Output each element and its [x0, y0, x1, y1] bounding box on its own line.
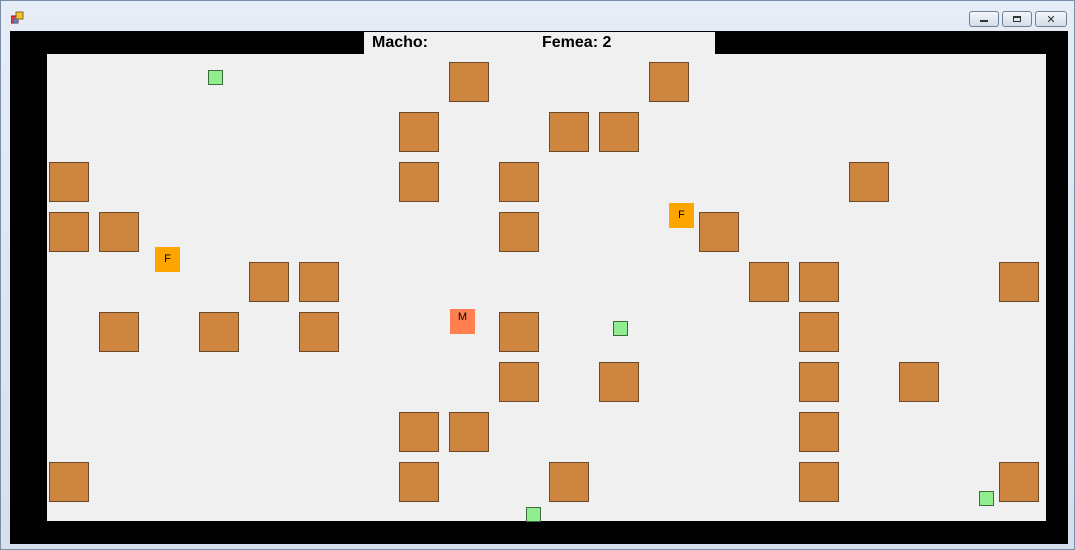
- wall-block: [799, 462, 839, 502]
- wall-block: [549, 462, 589, 502]
- wall-block: [399, 412, 439, 452]
- wall-block: [499, 362, 539, 402]
- wall-block: [799, 262, 839, 302]
- wall-block: [49, 162, 89, 202]
- wall-block: [499, 212, 539, 252]
- wall-block: [799, 362, 839, 402]
- wall-block: [399, 162, 439, 202]
- wall-block: [499, 162, 539, 202]
- wall-block: [399, 112, 439, 152]
- maximize-button[interactable]: [1002, 11, 1032, 27]
- game-window: ✕ Macho: Femea: 2 F F M: [0, 0, 1075, 550]
- food-item: [613, 321, 628, 336]
- wall-block: [99, 212, 139, 252]
- close-button[interactable]: ✕: [1035, 11, 1067, 27]
- wall-block: [849, 162, 889, 202]
- minimize-button[interactable]: [969, 11, 999, 27]
- food-item: [979, 491, 994, 506]
- wall-block: [599, 112, 639, 152]
- play-field: F F M: [47, 54, 1046, 522]
- close-icon: ✕: [1046, 12, 1056, 26]
- wall-block: [599, 362, 639, 402]
- wall-block: [49, 462, 89, 502]
- wall-block: [899, 362, 939, 402]
- wall-block: [449, 62, 489, 102]
- wall-block: [249, 262, 289, 302]
- wall-block: [699, 212, 739, 252]
- wall-block: [449, 412, 489, 452]
- female-agent: F: [155, 247, 180, 272]
- app-icon: [11, 11, 24, 24]
- maximize-icon: [1013, 16, 1021, 22]
- wall-block: [749, 262, 789, 302]
- wall-block: [799, 412, 839, 452]
- wall-block: [399, 462, 439, 502]
- game-area: Macho: Femea: 2 F F M: [10, 31, 1068, 544]
- wall-block: [299, 262, 339, 302]
- wall-block: [549, 112, 589, 152]
- wall-block: [99, 312, 139, 352]
- food-item: [526, 507, 541, 522]
- wall-block: [649, 62, 689, 102]
- minimize-icon: [980, 20, 988, 22]
- wall-block: [199, 312, 239, 352]
- score-panel: Macho: Femea: 2: [364, 32, 715, 54]
- male-agent: M: [450, 309, 475, 334]
- female-agent: F: [669, 203, 694, 228]
- macho-score-label: Macho:: [372, 34, 428, 51]
- wall-block: [299, 312, 339, 352]
- wall-block: [499, 312, 539, 352]
- wall-block: [999, 262, 1039, 302]
- wall-block: [799, 312, 839, 352]
- food-item: [208, 70, 223, 85]
- title-bar[interactable]: ✕: [1, 1, 1074, 31]
- wall-block: [999, 462, 1039, 502]
- wall-block: [49, 212, 89, 252]
- femea-score-label: Femea: 2: [542, 34, 612, 51]
